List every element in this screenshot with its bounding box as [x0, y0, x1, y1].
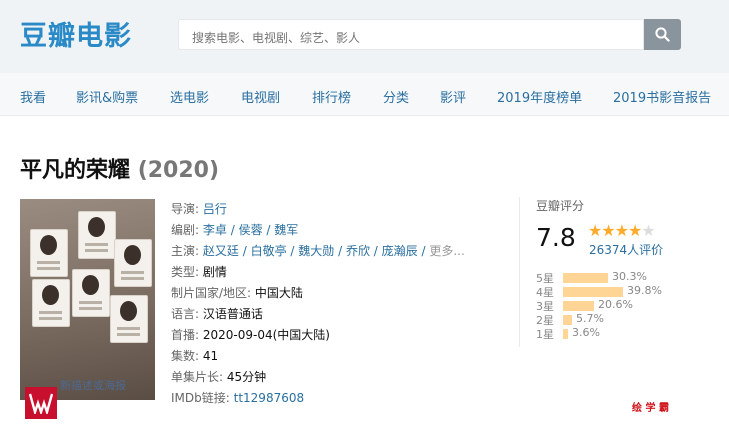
- nav-item-tv[interactable]: 电视剧: [241, 87, 280, 106]
- nav-item-wokan[interactable]: 我看: [20, 87, 46, 106]
- poster-badge-card: [78, 211, 116, 259]
- writer-link[interactable]: 魏军: [274, 223, 298, 237]
- nav-item-reviews[interactable]: 影评: [440, 87, 466, 106]
- nav-item-annual-list[interactable]: 2019年度榜单: [497, 87, 582, 106]
- genre-row: 类型: 剧情: [171, 262, 491, 283]
- rating-bar-percent: 3.6%: [572, 326, 600, 339]
- star-icon: ★: [601, 221, 615, 240]
- rating-bar-fill: [563, 315, 572, 325]
- director-label: 导演: [171, 202, 196, 216]
- search-icon: [655, 27, 670, 42]
- poster-badge-card: [110, 295, 148, 343]
- rating-bar-percent: 5.7%: [576, 312, 604, 325]
- cast-label: 主演: [171, 244, 196, 258]
- country-row: 制片国家/地区: 中国大陆: [171, 283, 491, 304]
- nav-item-categories[interactable]: 分类: [383, 87, 409, 106]
- nav-bar: 我看 影讯&购票 选电影 电视剧 排行榜 分类 影评 2019年度榜单 2019…: [0, 73, 729, 116]
- episodes-value: 41: [202, 349, 219, 363]
- poster-image[interactable]: [20, 199, 155, 400]
- nav-item-charts[interactable]: 排行榜: [312, 87, 351, 106]
- more-cast-link[interactable]: 更多...: [429, 244, 464, 258]
- star-icon: ★: [628, 221, 642, 240]
- star-icon: ★: [588, 221, 602, 240]
- rating-bar-percent: 20.6%: [598, 298, 633, 311]
- release-value: 2020-09-04(中国大陆): [202, 328, 330, 342]
- director-row: 导演: 吕行: [171, 202, 227, 216]
- rating-bar-fill: [563, 329, 568, 339]
- language-row: 语言: 汉语普通话: [171, 304, 491, 325]
- cast-link[interactable]: 魏大勋: [298, 244, 334, 258]
- poster-badge-card: [30, 229, 68, 277]
- cast-link[interactable]: 赵又廷: [203, 244, 239, 258]
- rating-stars: ★★★★★: [588, 221, 656, 240]
- top-bar: 豆瓣电影: [0, 0, 729, 73]
- rating-bar-percent: 30.3%: [612, 270, 647, 283]
- episodes-row: 集数: 41: [171, 346, 491, 367]
- rating-bar-fill: [563, 301, 594, 311]
- cast-link[interactable]: 乔欣: [346, 244, 370, 258]
- rating-bar-percent: 39.8%: [627, 284, 662, 297]
- writer-label: 编剧: [171, 223, 196, 237]
- rating-panel: 豆瓣评分 7.8 ★★★★★ 26374人评价 5星 30.3% 4星 39.8…: [519, 197, 710, 347]
- brand-logo-icon: [25, 387, 57, 419]
- genre-value: 剧情: [202, 265, 227, 279]
- imdb-label: IMDb链接:: [171, 391, 230, 405]
- nav-item-movies[interactable]: 选电影: [170, 87, 209, 106]
- poster-badge-card: [114, 239, 152, 287]
- writer-link[interactable]: 侯蓉: [239, 223, 263, 237]
- rating-score: 7.8: [536, 223, 576, 252]
- rating-bar-fill: [563, 287, 623, 297]
- search-button[interactable]: [644, 19, 681, 50]
- imdb-link[interactable]: tt12987608: [234, 391, 305, 405]
- runtime-value: 45分钟: [226, 370, 267, 384]
- rating-bar-label: 1星: [536, 328, 554, 341]
- rating-votes-link[interactable]: 26374人评价: [589, 241, 663, 258]
- star-icon: ★: [614, 221, 629, 240]
- runtime-label: 单集片长:: [171, 370, 224, 384]
- episodes-label: 集数:: [171, 349, 200, 363]
- release-row: 首播: 2020-09-04(中国大陆): [171, 325, 491, 346]
- nav-item-annual-report[interactable]: 2019书影音报告: [613, 87, 711, 106]
- genre-label: 类型:: [171, 265, 200, 279]
- release-label: 首播:: [171, 328, 200, 342]
- runtime-row: 单集片长: 45分钟: [171, 367, 491, 388]
- search-input[interactable]: [178, 19, 644, 50]
- rating-title: 豆瓣评分: [536, 199, 585, 213]
- poster-title-art: 平凡的荣耀: [30, 143, 111, 162]
- cast-row: 主演: 赵又廷 / 白敬亭 / 魏大勋 / 乔欣 / 庞瀚辰 / 更多...: [171, 244, 465, 258]
- writer-row: 编剧: 李卓 / 侯蓉 / 魏军: [171, 223, 299, 237]
- language-label: 语言:: [171, 307, 200, 321]
- country-value: 中国大陆: [254, 286, 303, 300]
- writer-link[interactable]: 李卓: [203, 223, 227, 237]
- rating-bar-fill: [563, 273, 608, 283]
- star-empty-icon: ★: [641, 221, 655, 240]
- imdb-row: IMDb链接: tt12987608: [171, 388, 491, 409]
- subject-info: 导演: 吕行 编剧: 李卓 / 侯蓉 / 魏军 主演: 赵又廷 / 白敬亭 / …: [171, 199, 491, 409]
- watermark-text: 绘 学 霸: [632, 403, 669, 414]
- poster-badge-card: [72, 269, 110, 317]
- cast-link[interactable]: 白敬亭: [251, 244, 287, 258]
- poster-badge-card: [32, 279, 70, 327]
- nav-item-showtimes[interactable]: 影讯&购票: [76, 87, 138, 106]
- language-value: 汉语普通话: [202, 307, 263, 321]
- director-link[interactable]: 吕行: [203, 202, 227, 216]
- site-logo[interactable]: 豆瓣电影: [20, 14, 132, 53]
- update-poster-link[interactable]: 新描述或海报: [60, 377, 126, 393]
- subject-year: (2020): [137, 158, 220, 183]
- country-label: 制片国家/地区:: [171, 286, 252, 300]
- cast-link[interactable]: 庞瀚辰: [382, 244, 418, 258]
